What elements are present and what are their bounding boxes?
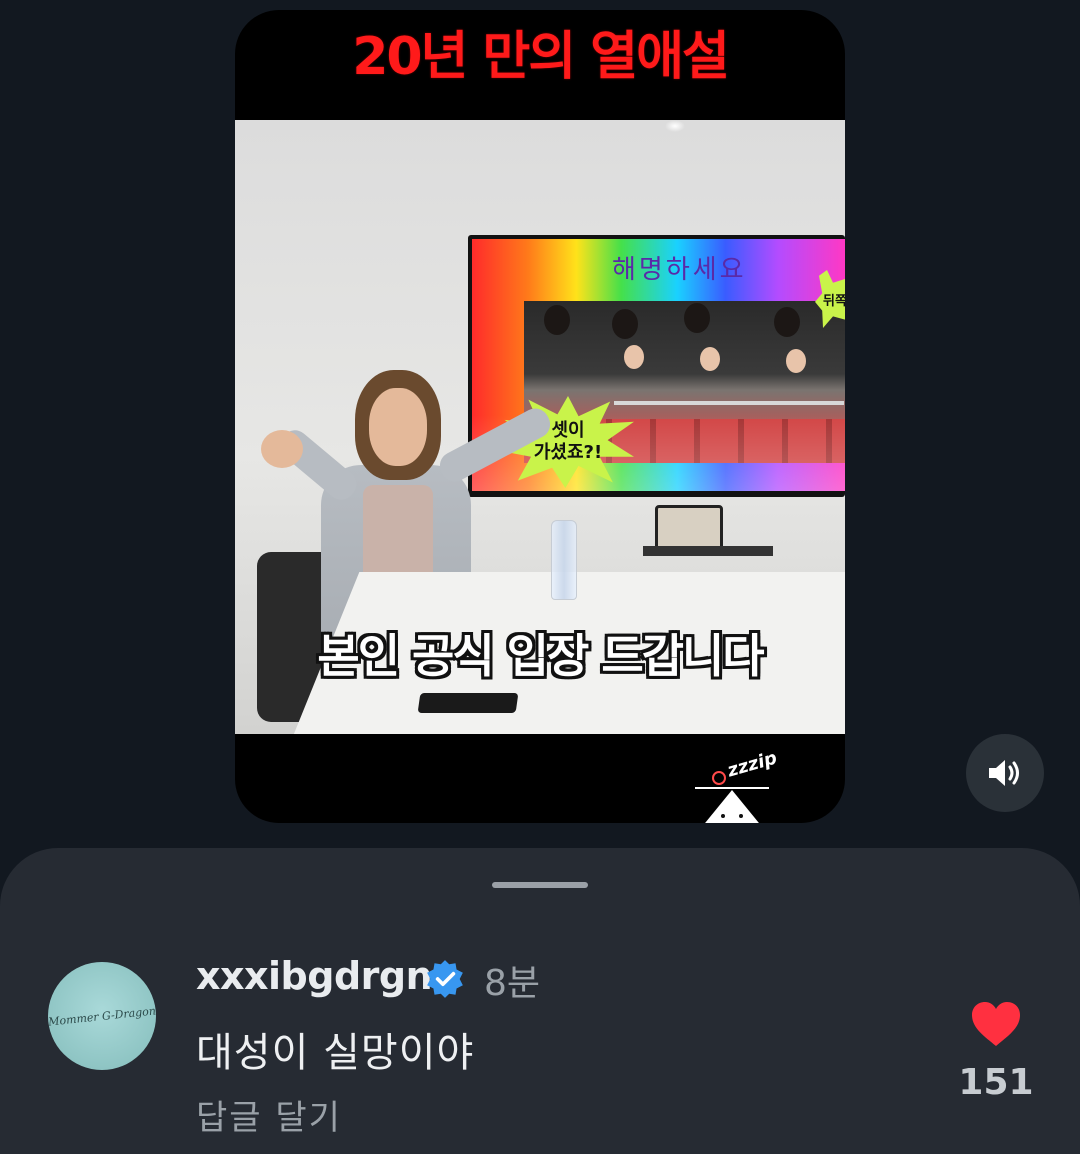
speaker-volume-icon xyxy=(989,760,1019,786)
comment-username[interactable]: xxxibgdrgn xyxy=(196,954,433,998)
tv-heading: 해명하세요 xyxy=(612,255,747,285)
tv-monitor: 해명하세요 xyxy=(468,235,845,497)
ceiling-light xyxy=(665,120,685,132)
person-hand xyxy=(261,430,303,468)
like-count: 151 xyxy=(958,1062,1034,1103)
avatar-logo-text: Mommer G-Dragon xyxy=(48,1003,156,1029)
video-subtitle: 본인 공식 입장 드갑니다 xyxy=(317,629,764,683)
screen: 20년 만의 열애설 해명하세요 셋이 가셨죠?! 뒤쪽 본인 공식 입장 드갑… xyxy=(0,0,1080,1154)
mascot-logo: zzzip xyxy=(687,747,779,823)
verified-badge-icon xyxy=(427,960,463,998)
crowd-person xyxy=(544,305,570,335)
avatar[interactable]: Mommer G-Dragon xyxy=(48,962,156,1070)
crowd-face xyxy=(786,349,806,373)
crowd-person xyxy=(684,303,710,333)
speaker-stand xyxy=(643,546,773,556)
video-frame[interactable]: 해명하세요 셋이 가셨죠?! 뒤쪽 본인 공식 입장 드갑니다 xyxy=(235,120,845,734)
crowd-face xyxy=(624,345,644,369)
crowd-face xyxy=(700,347,720,371)
railing xyxy=(614,401,844,405)
sheet-drag-handle[interactable] xyxy=(492,882,588,888)
mute-button[interactable] xyxy=(966,734,1044,812)
heart-icon[interactable] xyxy=(970,1000,1022,1048)
crowd-person xyxy=(774,307,800,337)
video-player[interactable]: 20년 만의 열애설 해명하세요 셋이 가셨죠?! 뒤쪽 본인 공식 입장 드갑… xyxy=(235,10,845,823)
person-face xyxy=(369,388,427,466)
comments-sheet[interactable]: Mommer G-Dragon xxxibgdrgn 8분 대성이 실망이야 답… xyxy=(0,848,1080,1154)
reply-button[interactable]: 답글 달기 xyxy=(196,1090,342,1139)
crowd-person xyxy=(612,309,638,339)
comment-text: 대성이 실망이야 xyxy=(196,1030,475,1076)
phone xyxy=(417,693,519,713)
comment-timestamp: 8분 xyxy=(484,963,541,1004)
video-title-caption: 20년 만의 열애설 xyxy=(352,27,730,87)
water-bottle xyxy=(551,520,577,600)
